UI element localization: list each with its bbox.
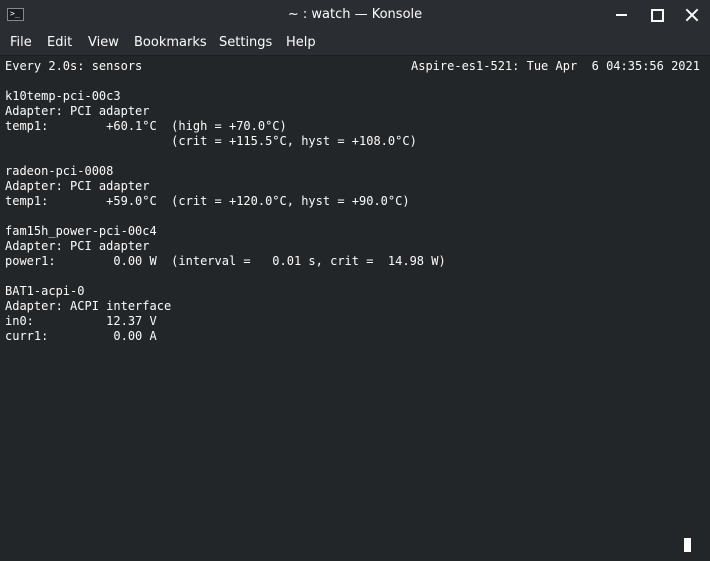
text-cursor [684, 538, 691, 552]
menu-help[interactable]: Help [285, 30, 317, 56]
menu-bookmarks[interactable]: Bookmarks [133, 30, 208, 56]
sensor-adapter: Adapter: PCI adapter [5, 179, 150, 193]
menu-edit[interactable]: Edit [46, 30, 73, 56]
sensor-chip-name: fam15h_power-pci-00c4 [5, 224, 157, 238]
sensor-reading: power1: 0.00 W (interval = 0.01 s, crit … [5, 254, 446, 268]
sensor-reading: temp1: +60.1°C (high = +70.0°C) [5, 119, 287, 133]
menu-settings[interactable]: Settings [218, 30, 273, 56]
watch-header-command: Every 2.0s: sensors [5, 59, 143, 73]
terminal-view[interactable]: Every 2.0s: sensors Aspire-es1-521: Tue … [0, 56, 710, 561]
title-bar[interactable]: >_ ~ : watch — Konsole [0, 0, 710, 30]
sensor-reading: temp1: +59.0°C (crit = +120.0°C, hyst = … [5, 194, 410, 208]
sensor-adapter: Adapter: PCI adapter [5, 104, 150, 118]
minimize-icon[interactable] [612, 5, 632, 25]
menu-bar: File Edit View Bookmarks Settings Help [0, 30, 710, 56]
konsole-window: >_ ~ : watch — Konsole File Edit View Bo… [0, 0, 710, 561]
sensor-chip-name: radeon-pci-0008 [5, 164, 114, 178]
menu-file[interactable]: File [9, 30, 33, 56]
sensor-adapter: Adapter: ACPI interface [5, 299, 172, 313]
sensor-adapter: Adapter: PCI adapter [5, 239, 150, 253]
sensor-reading: (crit = +115.5°C, hyst = +108.0°C) [5, 134, 417, 148]
close-icon[interactable] [682, 5, 702, 25]
sensor-chip-name: BAT1-acpi-0 [5, 284, 85, 298]
sensor-reading: curr1: 0.00 A [5, 329, 157, 343]
menu-view[interactable]: View [87, 30, 120, 56]
sensor-chip-name: k10temp-pci-00c3 [5, 89, 121, 103]
watch-header-timestamp: Aspire-es1-521: Tue Apr 6 04:35:56 2021 [411, 59, 700, 73]
maximize-icon[interactable] [647, 5, 667, 25]
window-title: ~ : watch — Konsole [287, 7, 423, 22]
sensor-reading: in0: 12.37 V [5, 314, 157, 328]
